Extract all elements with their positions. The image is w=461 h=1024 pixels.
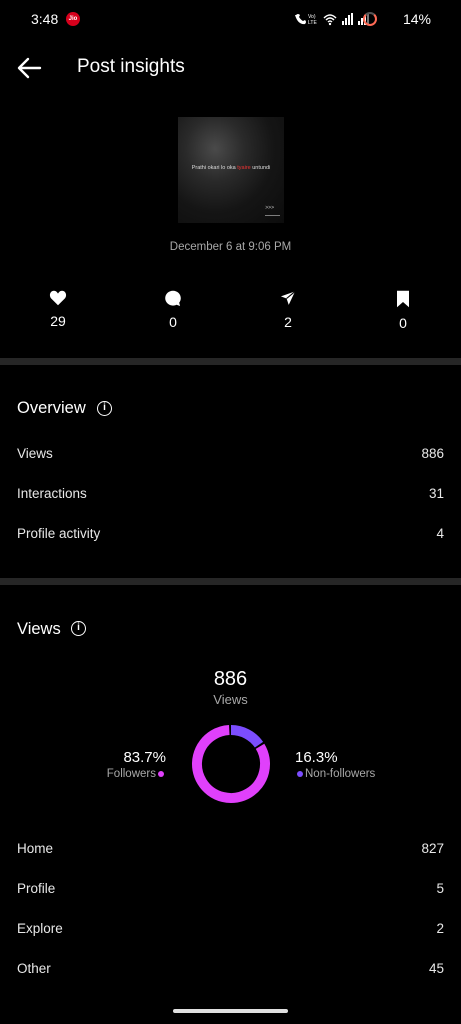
battery-icon [363,12,377,26]
info-icon[interactable]: i [71,621,86,636]
bookmark-icon [397,290,409,308]
section-divider [0,358,461,365]
svg-text:LTE: LTE [308,20,317,26]
views-row-explore-label: Explore [17,921,63,936]
status-time: 3:48 [31,11,59,27]
comment-icon [165,290,181,306]
info-icon[interactable]: i [97,401,112,416]
views-donut-chart [192,725,270,803]
saves-stat: 0 [373,290,433,331]
views-row-other-value: 45 [428,961,444,976]
shares-count: 2 [284,314,292,330]
saves-count: 0 [399,315,407,331]
likes-stat: 29 [28,290,88,329]
followers-segment [192,725,270,803]
views-row-other-label: Other [17,961,51,976]
thumbnail-footer: ▬▬▬▬▬ [265,213,280,217]
views-row-home-value: 827 [421,841,444,856]
heart-icon [49,290,67,306]
views-total: 886 [213,668,248,690]
overview-row-views-label: Views [17,446,53,461]
views-row-home-label: Home [17,841,54,856]
followers-dot [158,770,164,777]
comments-count: 0 [169,314,177,330]
jio-icon: Jio [66,12,80,26]
non-followers-dot [297,770,303,777]
page-title: Post insights [77,56,185,77]
shares-stat: 2 [258,290,318,330]
non-followers-legend: Non-followers [295,768,375,780]
views-row-profile-label: Profile [17,881,56,896]
overview-row-profile-activity-value: 4 [436,526,444,541]
likes-count: 29 [50,313,66,329]
overview-title: Overview [17,399,86,417]
post-thumbnail[interactable]: Prathi okari lo oka tyaire untundi >>> ▬… [178,117,284,223]
network-icons: Vo) LTE [295,13,369,26]
back-arrow-icon[interactable] [16,54,44,82]
section-divider [0,578,461,585]
followers-legend: Followers [107,768,166,780]
thumbnail-caption: Prathi okari lo oka tyaire untundi [191,165,271,171]
share-icon [280,290,296,305]
post-date: December 6 at 9:06 PM [169,241,292,253]
overview-row-views-value: 886 [421,446,444,461]
battery-level: 14% [402,11,431,27]
comments-stat: 0 [143,290,203,330]
views-total-label: Views [213,692,248,707]
views-title: Views [17,620,61,638]
overview-row-profile-activity-label: Profile activity [17,526,101,541]
followers-percent: 83.7% [123,749,166,766]
status-bar: 3:48 Jio Vo) LTE 14% [0,0,461,38]
non-followers-legend-label: Non-followers [305,768,376,780]
home-indicator[interactable] [173,1009,288,1013]
followers-legend-label: Followers [106,768,156,780]
overview-row-interactions-value: 31 [428,486,444,501]
views-row-explore-value: 2 [436,921,444,936]
thumbnail-arrows: >>> [265,205,274,211]
non-followers-percent: 16.3% [295,749,338,766]
overview-row-interactions-label: Interactions [17,486,87,501]
views-row-profile-value: 5 [436,881,444,896]
